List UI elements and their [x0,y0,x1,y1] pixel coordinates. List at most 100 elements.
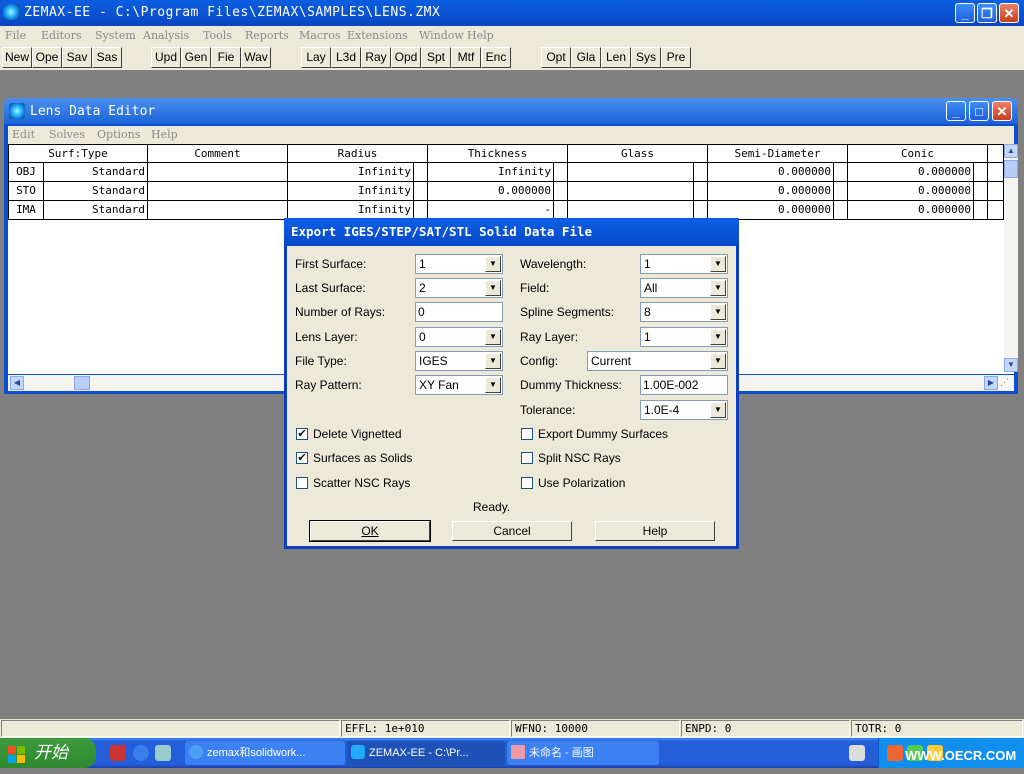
scroll-down-icon[interactable]: ▼ [1004,358,1018,372]
toolbar-general-button[interactable]: Gen [181,47,211,68]
desktop-quicklaunch-icon[interactable] [155,745,171,761]
chevron-down-icon[interactable]: ▼ [485,280,501,296]
cell-thickness-solve[interactable] [554,163,568,182]
taskbar-item-zemax[interactable]: ZEMAX-EE - C:\Pr... [347,741,505,765]
restore-button[interactable]: ❐ [977,3,997,23]
chevron-down-icon[interactable]: ▼ [485,256,501,272]
lde-close-button[interactable]: ✕ [992,101,1012,121]
scroll-thumb[interactable] [74,376,90,390]
solidworks-quicklaunch-icon[interactable] [110,745,126,761]
chevron-down-icon[interactable]: ▼ [710,304,726,320]
chevron-down-icon[interactable]: ▼ [710,353,726,369]
taskbar-item-paint[interactable]: 未命名 - 画图 [507,741,659,765]
toolbar-update-button[interactable]: Upd [151,47,181,68]
dialog-title-bar[interactable]: Export IGES/STEP/SAT/STL Solid Data File [284,218,739,246]
menu-editors[interactable]: Editors [41,29,82,42]
split-nsc-rays-checkbox[interactable] [521,452,533,464]
scatter-nsc-rays-checkbox[interactable] [296,477,308,489]
cell-extra[interactable] [988,182,1004,201]
scroll-right-icon[interactable]: ▶ [984,376,998,390]
cell-conic-solve[interactable] [974,163,988,182]
cell-conic[interactable]: 0.000000 [848,201,974,220]
toolbar-layout-button[interactable]: Lay [301,47,331,68]
cell-surface[interactable]: IMA [8,201,44,220]
dummy-thickness-input[interactable]: 1.00E-002 [640,375,728,395]
spline-segments-dropdown[interactable]: 8 ▼ [640,302,728,322]
lde-menu-solves[interactable]: Solves [49,128,85,141]
ray-pattern-dropdown[interactable]: XY Fan ▼ [415,375,503,395]
last-surface-dropdown[interactable]: 2 ▼ [415,278,503,298]
cell-comment[interactable] [148,182,288,201]
cell-semi-solve[interactable] [834,201,848,220]
chevron-down-icon[interactable]: ▼ [710,256,726,272]
taskbar-item-ie[interactable]: zemax和solidwork... [185,741,345,765]
lde-minimize-button[interactable]: _ [946,101,966,121]
toolbar-glass-button[interactable]: Gla [571,47,601,68]
cell-conic-solve[interactable] [974,201,988,220]
scroll-left-icon[interactable]: ◀ [10,376,24,390]
menu-file[interactable]: File [5,29,26,42]
number-of-rays-input[interactable]: 0 [415,302,503,322]
tray-icon-1[interactable] [887,745,903,761]
cell-surface[interactable]: OBJ [8,163,44,182]
toolbar-fields-button[interactable]: Fie [211,47,241,68]
file-type-dropdown[interactable]: IGES ▼ [415,351,503,371]
toolbar-lens-button[interactable]: Len [601,47,631,68]
menu-reports[interactable]: Reports [245,29,289,42]
cell-glass[interactable] [568,182,694,201]
chevron-down-icon[interactable]: ▼ [485,353,501,369]
lde-title-bar[interactable]: Lens Data Editor _ □ ✕ [4,98,1018,124]
cell-glass-solve[interactable] [694,163,708,182]
cell-conic-solve[interactable] [974,182,988,201]
wavelength-dropdown[interactable]: 1 ▼ [640,254,728,274]
scroll-up-icon[interactable]: ▲ [1004,144,1018,158]
export-dummy-surfaces-checkbox[interactable] [521,428,533,440]
toolbar-optimize-button[interactable]: Opt [541,47,571,68]
use-polarization-checkbox[interactable] [521,477,533,489]
cell-comment[interactable] [148,201,288,220]
cell-surface[interactable]: STO [8,182,44,201]
lens-layer-dropdown[interactable]: 0 ▼ [415,327,503,347]
first-surface-dropdown[interactable]: 1 ▼ [415,254,503,274]
toolbar-spot-button[interactable]: Spt [421,47,451,68]
field-dropdown[interactable]: All ▼ [640,278,728,298]
menu-analysis[interactable]: Analysis [143,29,189,42]
toolbar-encircled-button[interactable]: Enc [481,47,511,68]
column-header-comment[interactable]: Comment [148,144,288,163]
cell-semi-solve[interactable] [834,163,848,182]
toolbar-rayfan-button[interactable]: Ray [361,47,391,68]
lde-menu-edit[interactable]: Edit [12,128,35,141]
cell-type[interactable]: Standard [44,201,148,220]
cell-radius-solve[interactable] [414,163,428,182]
cell-conic[interactable]: 0.000000 [848,163,974,182]
cell-semi-solve[interactable] [834,182,848,201]
chevron-down-icon[interactable]: ▼ [485,329,501,345]
lde-menu-options[interactable]: Options [97,128,140,141]
lde-maximize-button[interactable]: □ [969,101,989,121]
cell-radius[interactable]: Infinity [288,182,414,201]
delete-vignetted-checkbox[interactable]: ✔ [296,428,308,440]
menu-help[interactable]: Help [467,29,494,42]
cell-radius-solve[interactable] [414,182,428,201]
surfaces-as-solids-checkbox[interactable]: ✔ [296,452,308,464]
cell-extra[interactable] [988,201,1004,220]
menu-tools[interactable]: Tools [203,29,232,42]
minimize-button[interactable]: _ [955,3,975,23]
cell-glass-solve[interactable] [694,182,708,201]
cell-semi-diameter[interactable]: 0.000000 [708,163,834,182]
toolbar-saveas-button[interactable]: Sas [92,47,122,68]
cell-thickness[interactable]: Infinity [428,163,554,182]
column-header-conic[interactable]: Conic [848,144,988,163]
cell-thickness[interactable]: 0.000000 [428,182,554,201]
keyboard-icon[interactable] [849,745,865,761]
toolbar-layout3d-button[interactable]: L3d [331,47,361,68]
cancel-button[interactable]: Cancel [452,521,572,541]
lde-vertical-scrollbar[interactable]: ▲ ▼ [1004,144,1018,372]
menu-macros[interactable]: Macros [299,29,341,42]
scroll-thumb[interactable] [1004,160,1018,178]
close-button[interactable]: ✕ [999,3,1019,23]
cell-type[interactable]: Standard [44,163,148,182]
toolbar-opd-button[interactable]: Opd [391,47,421,68]
column-header-thickness[interactable]: Thickness [428,144,568,163]
tolerance-dropdown[interactable]: 1.0E-4 ▼ [640,400,728,420]
